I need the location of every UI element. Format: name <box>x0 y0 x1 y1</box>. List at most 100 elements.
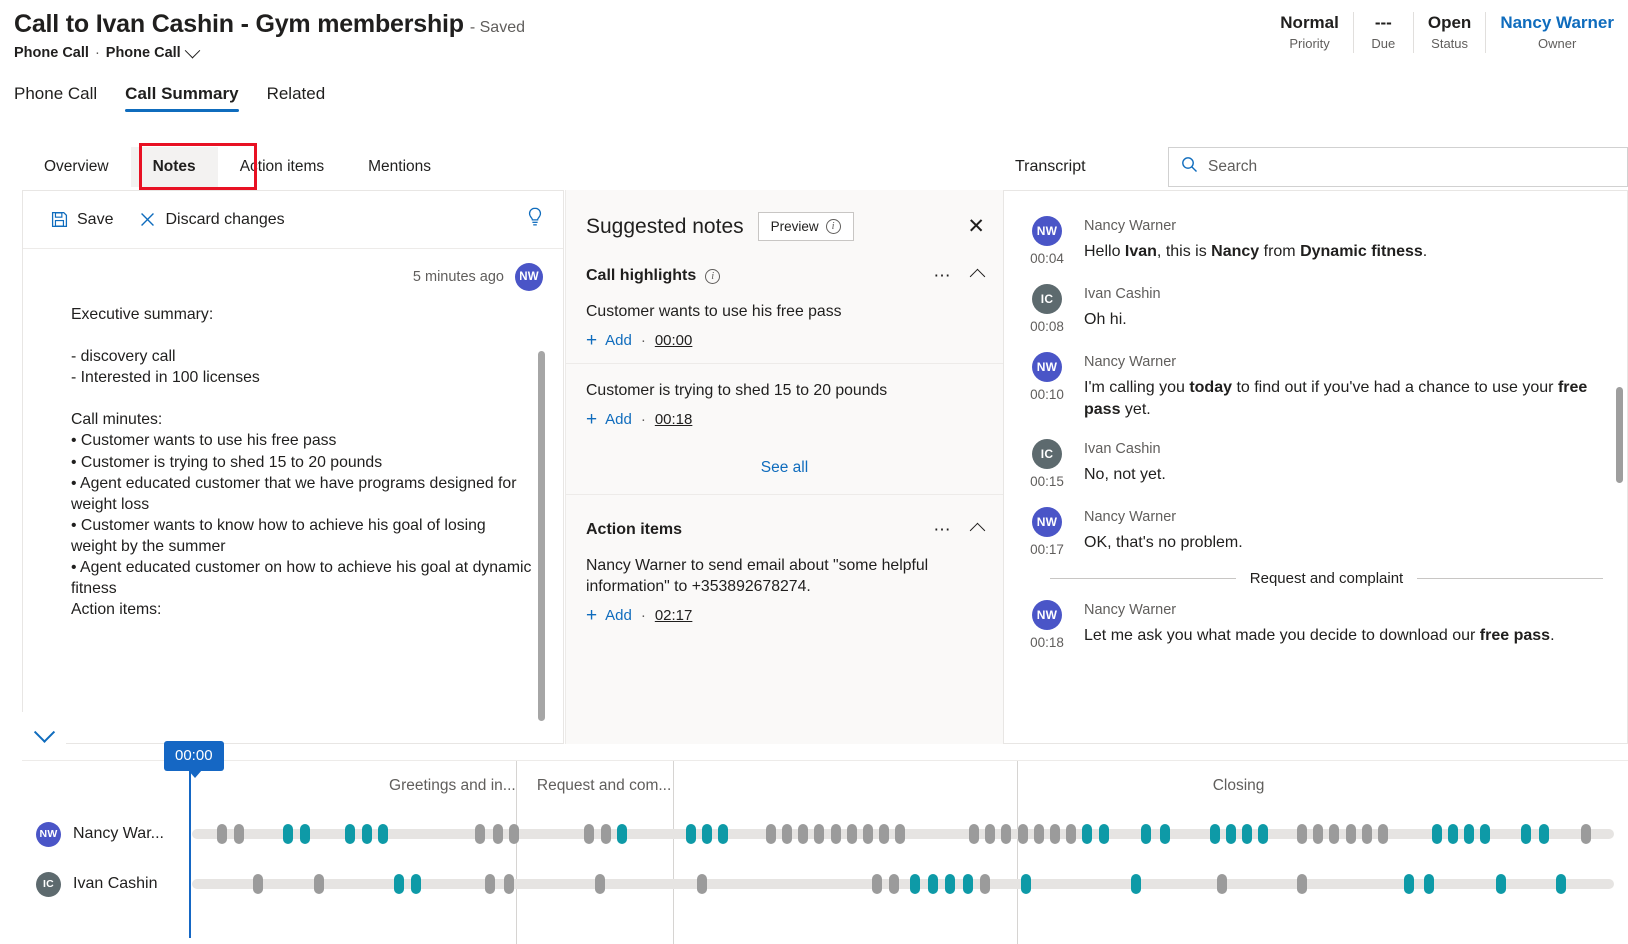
transcript-timestamp[interactable]: 00:08 <box>1030 319 1064 334</box>
info-icon[interactable]: i <box>825 219 841 234</box>
call-timeline[interactable]: Greetings and in... Request and com... Clo… <box>22 741 1628 944</box>
timeline-segment-marker[interactable] <box>475 824 486 844</box>
timeline-segment-marker[interactable] <box>1225 824 1236 844</box>
timeline-segment-marker[interactable] <box>1424 874 1435 894</box>
timeline-segment-marker[interactable] <box>601 824 612 844</box>
timeline-segment-marker[interactable] <box>1033 824 1044 844</box>
lightbulb-icon[interactable] <box>525 207 545 233</box>
timeline-segment-marker[interactable] <box>846 824 857 844</box>
timeline-segment-marker[interactable] <box>1131 874 1142 894</box>
timeline-segment-marker[interactable] <box>503 874 514 894</box>
timeline-segment-marker[interactable] <box>1447 824 1458 844</box>
timeline-track[interactable] <box>192 824 1614 844</box>
timeline-segment-marker[interactable] <box>1159 824 1170 844</box>
transcript-message[interactable]: NW 00:17 Nancy Warner OK, that's no problem… <box>1024 496 1603 564</box>
timeline-segment-marker[interactable] <box>1098 824 1109 844</box>
chevron-up-icon[interactable] <box>969 268 986 284</box>
timeline-segment-marker[interactable] <box>830 824 841 844</box>
header-field-priority[interactable]: Normal Priority <box>1266 12 1354 53</box>
timeline-segment-marker[interactable] <box>945 874 956 894</box>
timeline-segment-marker[interactable] <box>910 874 921 894</box>
timeline-segment-marker[interactable] <box>1066 824 1077 844</box>
timeline-segment-marker[interactable] <box>968 824 979 844</box>
transcript-search-box[interactable] <box>1168 147 1628 187</box>
timeline-segment-marker[interactable] <box>234 824 245 844</box>
notes-text-area[interactable]: Executive summary: - discovery call - In… <box>23 293 563 745</box>
timeline-segment-marker[interactable] <box>895 824 906 844</box>
timeline-segment-marker[interactable] <box>1538 824 1549 844</box>
chevron-up-icon[interactable] <box>969 522 986 538</box>
more-options-icon[interactable]: ⋯ <box>934 267 953 284</box>
save-button[interactable]: Save <box>41 204 123 236</box>
subtab-notes[interactable]: Notes <box>130 147 218 187</box>
timeline-playhead[interactable] <box>189 769 191 938</box>
timeline-segment-marker[interactable] <box>702 824 713 844</box>
header-field-status[interactable]: Open Status <box>1414 12 1487 53</box>
timeline-segment-marker[interactable] <box>1480 824 1491 844</box>
add-note-button[interactable]: + Add <box>586 331 632 350</box>
timeline-segment-marker[interactable] <box>985 824 996 844</box>
timeline-segment-marker[interactable] <box>314 874 325 894</box>
header-field-due[interactable]: --- Due <box>1354 12 1414 53</box>
timeline-segment-marker[interactable] <box>253 874 264 894</box>
timeline-track[interactable] <box>192 874 1614 894</box>
timeline-segment-marker[interactable] <box>1361 824 1372 844</box>
timeline-segment-marker[interactable] <box>583 824 594 844</box>
timeline-segment-marker[interactable] <box>685 824 696 844</box>
timeline-segment-marker[interactable] <box>1345 824 1356 844</box>
search-input[interactable] <box>1208 158 1615 176</box>
note-timestamp-link[interactable]: 00:18 <box>655 411 693 428</box>
timeline-segment-marker[interactable] <box>411 874 422 894</box>
timeline-segment-marker[interactable] <box>1464 824 1475 844</box>
transcript-message[interactable]: NW 00:10 Nancy Warner I'm calling you today… <box>1024 341 1603 428</box>
timeline-segment-marker[interactable] <box>927 874 938 894</box>
timeline-segment-marker[interactable] <box>361 824 372 844</box>
preview-badge[interactable]: Preview i <box>757 212 854 241</box>
subtab-overview[interactable]: Overview <box>22 147 131 187</box>
timeline-segment-marker[interactable] <box>1296 874 1307 894</box>
timeline-segment-marker[interactable] <box>377 824 388 844</box>
subtab-mentions[interactable]: Mentions <box>346 147 453 187</box>
timeline-segment-marker[interactable] <box>1296 824 1307 844</box>
timeline-segment-marker[interactable] <box>1217 874 1228 894</box>
transcript-timestamp[interactable]: 00:18 <box>1030 635 1064 650</box>
chevron-down-icon[interactable] <box>184 42 200 58</box>
timeline-segment-marker[interactable] <box>300 824 311 844</box>
owner-value[interactable]: Nancy Warner <box>1500 12 1614 34</box>
timeline-segment-marker[interactable] <box>1496 874 1507 894</box>
timeline-segment-marker[interactable] <box>594 874 605 894</box>
timeline-segment-marker[interactable] <box>1377 824 1388 844</box>
timeline-segment-marker[interactable] <box>765 824 776 844</box>
note-timestamp-link[interactable]: 00:00 <box>655 332 693 349</box>
timeline-segment-marker[interactable] <box>1581 824 1592 844</box>
timeline-segment-marker[interactable] <box>1021 874 1032 894</box>
more-options-icon[interactable]: ⋯ <box>934 521 953 538</box>
timeline-segment-marker[interactable] <box>1001 824 1012 844</box>
timeline-segment-marker[interactable] <box>1050 824 1060 844</box>
timeline-segment-marker[interactable] <box>1258 824 1269 844</box>
transcript-timestamp[interactable]: 00:10 <box>1030 387 1064 402</box>
timeline-segment-marker[interactable] <box>718 824 729 844</box>
timeline-segment-marker[interactable] <box>1521 824 1532 844</box>
timeline-segment-marker[interactable] <box>1556 874 1567 894</box>
timeline-segment-marker[interactable] <box>492 824 503 844</box>
timeline-segment-marker[interactable] <box>1209 824 1220 844</box>
timeline-segment-marker[interactable] <box>1082 824 1093 844</box>
add-note-button[interactable]: + Add <box>586 410 632 429</box>
timeline-segment-marker[interactable] <box>814 824 825 844</box>
timeline-segment-marker[interactable] <box>697 874 708 894</box>
notes-scrollbar[interactable] <box>538 351 545 721</box>
timeline-segment-marker[interactable] <box>1329 824 1340 844</box>
add-note-button[interactable]: + Add <box>586 606 632 625</box>
info-icon[interactable]: i <box>705 268 721 284</box>
timeline-segment-marker[interactable] <box>1141 824 1152 844</box>
subtab-action-items[interactable]: Action items <box>218 147 346 187</box>
tab-phone-call[interactable]: Phone Call <box>14 84 97 112</box>
timeline-segment-marker[interactable] <box>889 874 900 894</box>
transcript-message[interactable]: IC 00:08 Ivan Cashin Oh hi. <box>1024 273 1603 341</box>
timeline-segment-marker[interactable] <box>617 824 628 844</box>
timeline-segment-marker[interactable] <box>216 824 227 844</box>
breadcrumb-form[interactable]: Phone Call <box>106 45 181 61</box>
transcript-message[interactable]: IC 00:15 Ivan Cashin No, not yet. <box>1024 428 1603 496</box>
timeline-segment-marker[interactable] <box>1017 824 1028 844</box>
